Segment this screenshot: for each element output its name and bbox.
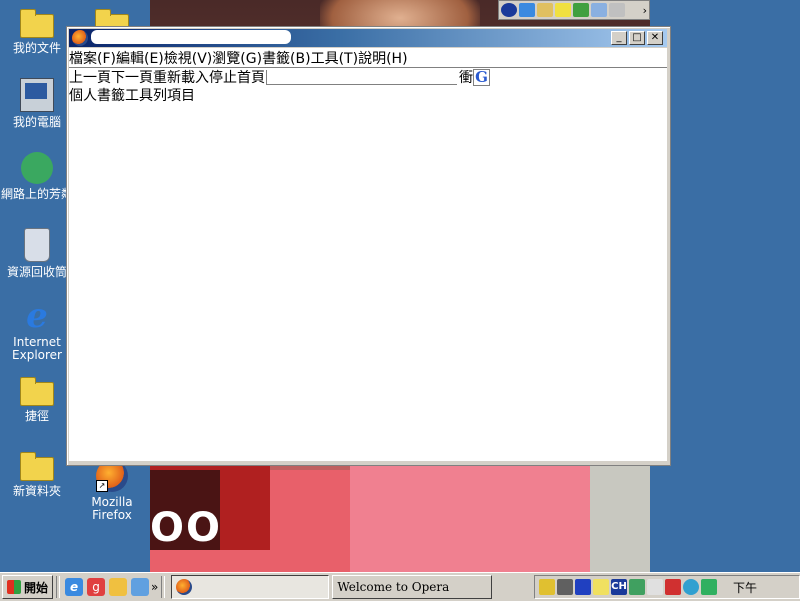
desktop-icon-network[interactable]: 網路上的芳鄰 <box>0 152 74 201</box>
start-button[interactable]: 開始 <box>2 575 54 599</box>
clock[interactable]: 下午 <box>733 579 795 596</box>
task-firefox[interactable] <box>171 575 330 599</box>
app-icon[interactable]: g <box>87 578 106 596</box>
browser-window[interactable]: _ □ ✕ 檔案(F) 編輯(E) 檢視(V) 瀏覽(G) 書籤(B) 工具(T… <box>66 26 671 466</box>
desktop-icon-my-documents[interactable]: 我的文件 <box>0 4 74 55</box>
close-button[interactable]: ✕ <box>647 31 663 45</box>
ie-icon[interactable]: e <box>65 578 84 596</box>
desktop-icon-label: 捷徑 <box>24 409 49 423</box>
google-search-icon[interactable]: G <box>473 68 490 86</box>
network-icon[interactable] <box>557 579 573 595</box>
shortcut-arrow-icon: ↗ <box>96 480 108 492</box>
title-bar[interactable]: _ □ ✕ <box>69 29 667 47</box>
tool-icon[interactable] <box>609 3 625 17</box>
media-player-icon[interactable] <box>575 579 591 595</box>
stop-button[interactable]: 停止 <box>209 67 237 87</box>
firefox-icon <box>176 579 193 595</box>
recycle-bin-icon <box>24 228 50 262</box>
folder-icon <box>20 9 54 38</box>
window-controls: _ □ ✕ <box>611 31 663 45</box>
media-icon[interactable] <box>501 3 517 17</box>
menu-tools[interactable]: 工具(T) <box>311 48 358 68</box>
folder-icon[interactable] <box>537 3 553 17</box>
desktop-icon[interactable] <box>109 578 128 596</box>
go-button[interactable]: 衝 <box>459 67 473 87</box>
system-tray: CH 下午 <box>534 575 800 599</box>
menu-go[interactable]: 瀏覽(G) <box>212 48 262 68</box>
personal-bookmarks-item[interactable]: 個人書籤工具列項目 <box>69 85 195 105</box>
reload-button[interactable]: 重新載入 <box>153 67 209 87</box>
app-icon[interactable] <box>131 578 150 596</box>
folder-icon <box>20 452 54 481</box>
desktop-icon-firefox[interactable]: ↗ Mozilla Firefox <box>75 460 149 522</box>
start-label: 開始 <box>24 580 49 595</box>
pen-icon[interactable] <box>593 579 609 595</box>
desktop-icon-label: 我的文件 <box>12 41 61 55</box>
desktop-icon-new-folder[interactable]: 新資料夾 <box>0 447 74 498</box>
desktop-icon-folder[interactable] <box>75 4 149 38</box>
desktop-icon-label: Internet Explorer <box>12 335 62 362</box>
desktop-icon-label: 資源回收筒 <box>6 265 67 279</box>
desktop-icon-my-computer[interactable]: 我的電腦 <box>0 78 74 129</box>
top-toolbar-fragment: › <box>498 0 650 20</box>
ie-icon[interactable] <box>519 3 535 17</box>
desktop-icon-label: 我的電腦 <box>12 115 61 129</box>
wallpaper-right-area <box>590 465 650 572</box>
menu-view[interactable]: 檢視(V) <box>164 48 213 68</box>
maximize-button[interactable]: □ <box>629 31 645 45</box>
network-icon <box>21 152 53 184</box>
app-icon[interactable] <box>665 579 681 595</box>
task-opera[interactable]: Welcome to Opera <box>332 575 493 599</box>
app-icon[interactable] <box>573 3 589 17</box>
minimize-button[interactable]: _ <box>611 31 627 45</box>
windows-logo-icon <box>7 580 21 594</box>
desktop-icon-label: Mozilla Firefox <box>91 495 133 522</box>
firefox-icon[interactable] <box>72 30 88 46</box>
menu-bar: 檔案(F) 編輯(E) 檢視(V) 瀏覽(G) 書籤(B) 工具(T) 說明(H… <box>69 48 667 68</box>
messenger-icon[interactable] <box>701 579 717 595</box>
network-icon[interactable] <box>591 3 607 17</box>
taskbar-separator <box>161 576 166 598</box>
url-input[interactable] <box>266 69 457 85</box>
computer-icon <box>20 78 54 112</box>
task-label: Welcome to Opera <box>337 580 450 594</box>
desktop-icon-label: 新資料夾 <box>12 484 61 498</box>
folder-icon <box>20 377 54 406</box>
forward-button[interactable]: 下一頁 <box>111 67 153 87</box>
wallpaper-pink-shirt <box>350 465 610 572</box>
user-icon[interactable] <box>629 579 645 595</box>
wallpaper-text: OO <box>150 505 223 551</box>
input-method-icon[interactable]: CH <box>611 579 627 595</box>
chevron-right-icon[interactable]: » <box>151 580 158 594</box>
back-button[interactable]: 上一頁 <box>69 67 111 87</box>
menu-help[interactable]: 說明(H) <box>358 48 407 68</box>
home-button[interactable]: 首頁 <box>237 67 265 87</box>
page-content[interactable] <box>69 104 667 461</box>
bookmarks-toolbar: 個人書籤工具列項目 <box>69 86 667 104</box>
globe-icon[interactable] <box>683 579 699 595</box>
note-icon[interactable] <box>555 3 571 17</box>
navigation-toolbar: 上一頁 下一頁 重新載入 停止 首頁 衝 G <box>69 68 667 86</box>
desktop-icon-label: 網路上的芳鄰 <box>0 187 73 201</box>
menu-file[interactable]: 檔案(F) <box>69 48 116 68</box>
taskbar: 開始 e g » Welcome to Opera CH 下午 <box>0 572 800 601</box>
desktop-icon-recycle-bin[interactable]: 資源回收筒 <box>0 228 74 279</box>
ie-icon: e <box>26 296 48 336</box>
volume-icon[interactable] <box>539 579 555 595</box>
desktop-icon-shortcut[interactable]: 捷徑 <box>0 372 74 423</box>
warning-icon[interactable] <box>647 579 663 595</box>
menu-edit[interactable]: 編輯(E) <box>116 48 164 68</box>
menu-bookmarks[interactable]: 書籤(B) <box>262 48 311 68</box>
window-title <box>91 30 291 44</box>
desktop-icon-internet-explorer[interactable]: e Internet Explorer <box>0 296 74 362</box>
taskbar-separator <box>56 576 61 598</box>
chevron-right-icon[interactable]: › <box>643 4 649 17</box>
